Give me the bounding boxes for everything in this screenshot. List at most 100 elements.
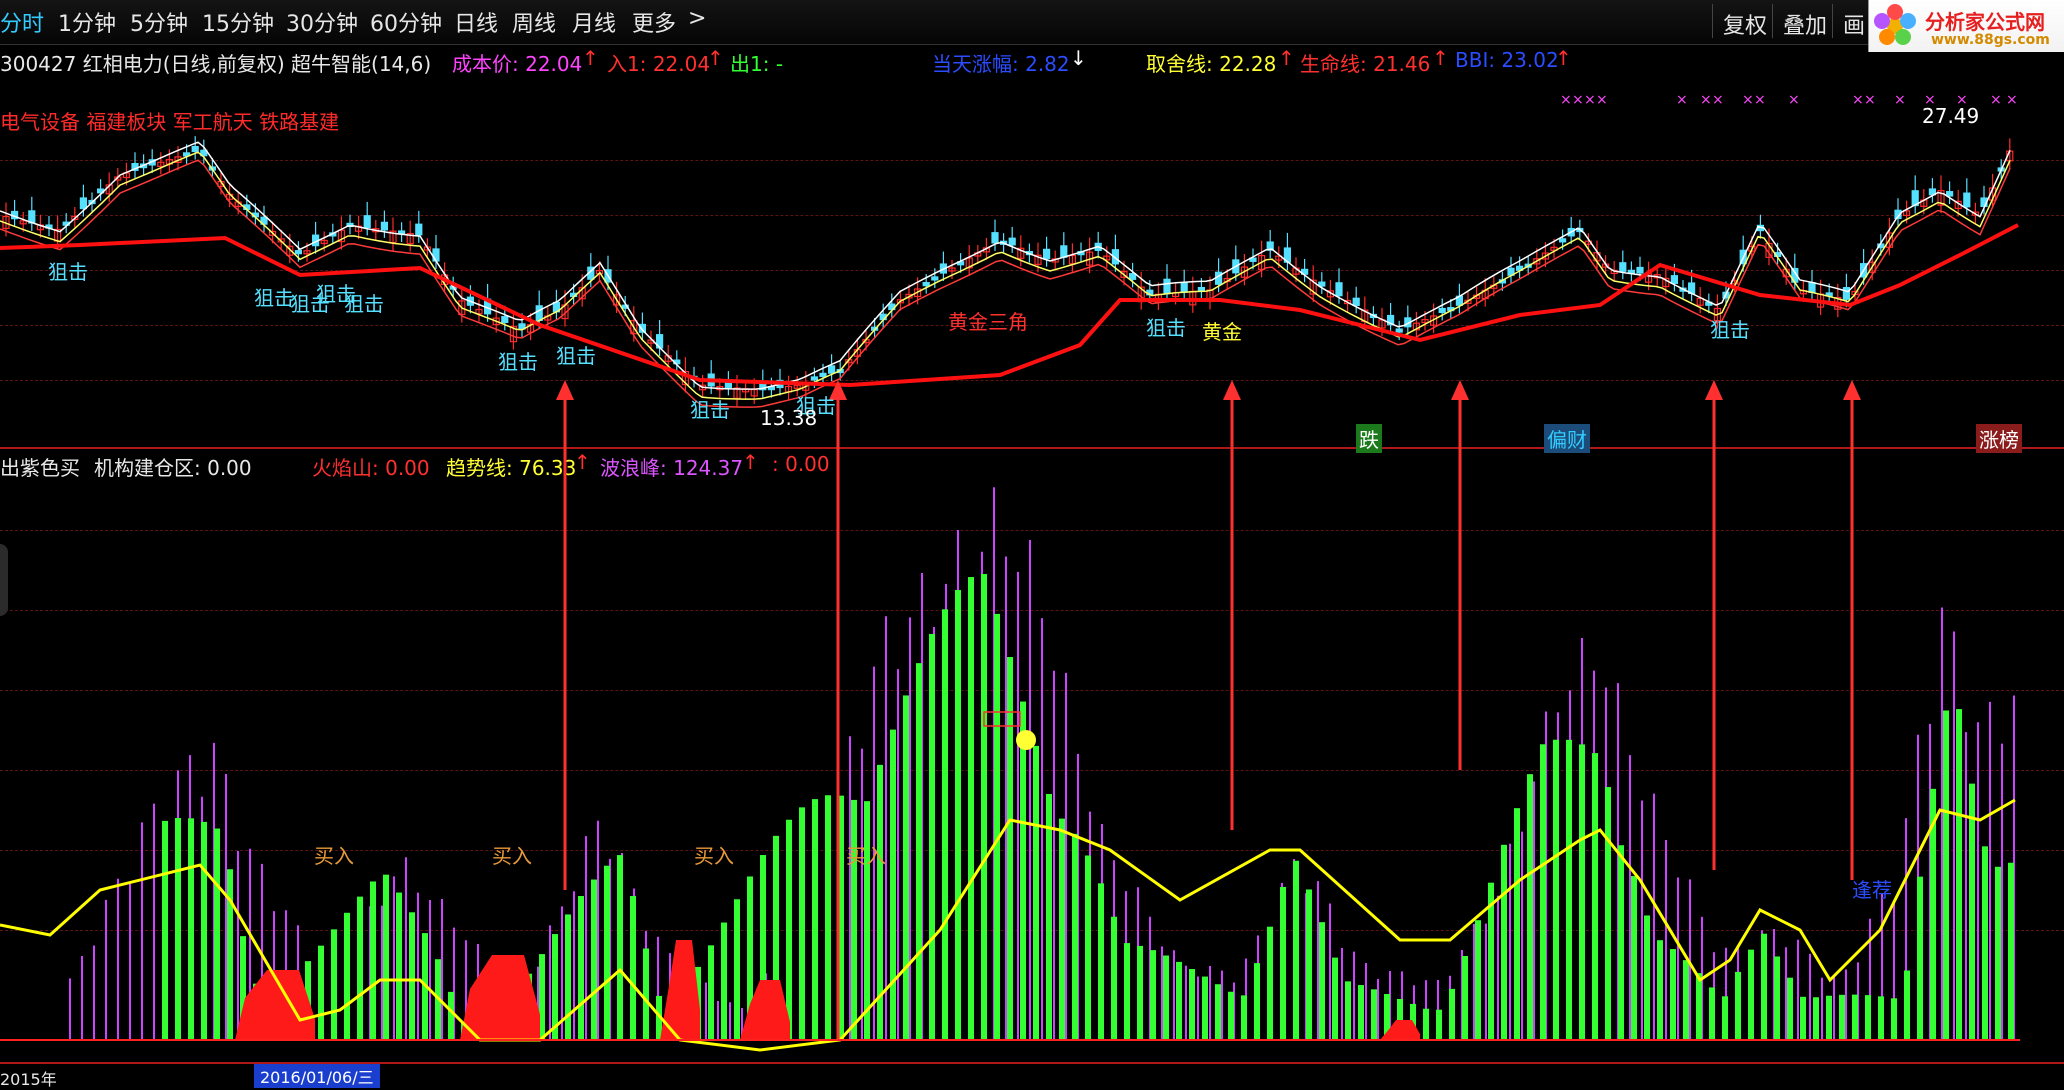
red-arrow-head — [1223, 380, 1241, 400]
green-bar — [968, 577, 974, 1040]
snipe-label-5: 狙击 — [344, 292, 384, 316]
green-bar — [1007, 656, 1013, 1040]
green-bar — [1111, 916, 1117, 1040]
star-marker: × — [1894, 92, 1906, 108]
green-bar — [1280, 886, 1286, 1040]
candle-body — [415, 223, 423, 236]
green-bar — [1124, 943, 1130, 1040]
green-bar — [1358, 985, 1364, 1040]
green-bar — [1020, 701, 1026, 1040]
green-bar — [1670, 949, 1676, 1040]
green-bar — [1709, 987, 1715, 1040]
green-bar — [1189, 969, 1195, 1040]
snipe-label-7: 狙击 — [556, 344, 596, 368]
green-bar — [1904, 970, 1910, 1040]
candle-body — [432, 248, 440, 262]
green-bar — [162, 820, 168, 1040]
green-bar — [1423, 1008, 1429, 1040]
green-bar — [1072, 833, 1078, 1040]
green-bar — [1475, 920, 1481, 1040]
green-bar — [825, 795, 831, 1040]
star-marker: × — [1990, 92, 2002, 108]
green-bar — [1592, 753, 1598, 1040]
star-marker: × — [1596, 92, 1608, 108]
candle-body — [931, 276, 939, 281]
green-bar — [1137, 945, 1143, 1040]
star-marker: × — [1676, 92, 1688, 108]
candle-body — [79, 197, 88, 210]
red-arrow-head — [556, 380, 574, 400]
green-bar — [617, 855, 623, 1040]
candle-body — [1335, 282, 1343, 297]
candle-body — [501, 316, 509, 323]
candle-body — [1558, 238, 1567, 243]
green-bar — [1332, 957, 1338, 1040]
green-bar — [578, 896, 584, 1040]
candle-body — [827, 365, 836, 374]
x-axis-year: 2015年 — [0, 1070, 57, 1089]
candle-body — [380, 221, 388, 231]
star-marker: × — [1712, 92, 1724, 108]
drop-label: 跌 — [1356, 424, 1382, 453]
green-bar — [1657, 940, 1663, 1040]
candle-body — [1352, 297, 1360, 306]
snipe-label-1: 狙击 — [48, 260, 88, 284]
stock-chart-canvas[interactable]: × × × × × × × × × × × × × × × × × — [0, 0, 2064, 1082]
candle-body — [1318, 281, 1326, 287]
green-bar — [318, 945, 324, 1040]
green-bar — [214, 828, 220, 1040]
green-bar — [1618, 845, 1624, 1040]
green-bar — [1306, 889, 1312, 1040]
green-bar — [929, 634, 935, 1040]
green-bar — [1293, 860, 1299, 1040]
green-bar — [1449, 988, 1455, 1040]
green-bar — [1956, 709, 1962, 1040]
red-arrow-head — [1451, 380, 1469, 400]
snipe-label-11: 狙击 — [1710, 318, 1750, 342]
limit-up-label: 涨榜 — [1976, 424, 2022, 453]
green-bar — [1761, 933, 1767, 1040]
candle-body — [535, 305, 543, 321]
star-marker: × — [1852, 92, 1864, 108]
buy-label-1: 买入 — [314, 844, 354, 868]
green-bar — [1748, 949, 1754, 1040]
candle-body — [294, 250, 302, 255]
green-bar — [981, 573, 987, 1040]
snipe-label-6: 狙击 — [498, 350, 538, 374]
green-bar — [1553, 739, 1559, 1040]
green-bar — [1631, 876, 1637, 1040]
candle-body — [1438, 307, 1446, 314]
fire-mountain-block — [235, 970, 315, 1040]
green-bar — [799, 807, 805, 1040]
star-marker: × — [1788, 92, 1800, 108]
green-bar — [786, 819, 792, 1040]
green-bar — [851, 799, 857, 1040]
green-bar — [2008, 862, 2014, 1040]
candle-body — [819, 372, 827, 377]
green-bar — [1215, 984, 1221, 1040]
candle-body — [1945, 191, 1954, 197]
side-collapse-handle[interactable] — [0, 544, 8, 616]
candle-body — [1670, 275, 1679, 285]
candle-body — [1197, 286, 1206, 292]
green-bar — [1579, 744, 1585, 1040]
green-bar — [448, 991, 454, 1040]
green-bar — [1943, 710, 1949, 1040]
green-bar — [1969, 783, 1975, 1040]
buy-label-2: 买入 — [492, 844, 532, 868]
candle-body — [363, 215, 371, 229]
green-bar — [591, 879, 597, 1040]
candle-body — [1963, 192, 1971, 208]
green-bar — [344, 912, 350, 1040]
green-bar — [1059, 818, 1065, 1040]
green-bar — [1826, 995, 1832, 1040]
green-bar — [903, 695, 909, 1040]
yiyang-label: 逢荐 — [1852, 878, 1892, 902]
green-bar — [1995, 866, 2001, 1040]
cursor-box-icon — [983, 711, 1021, 727]
star-marker: × — [1864, 92, 1876, 108]
candle-body — [1842, 287, 1851, 300]
candle-body — [1619, 262, 1627, 272]
star-marker: × — [1700, 92, 1712, 108]
green-bar — [1865, 995, 1871, 1040]
